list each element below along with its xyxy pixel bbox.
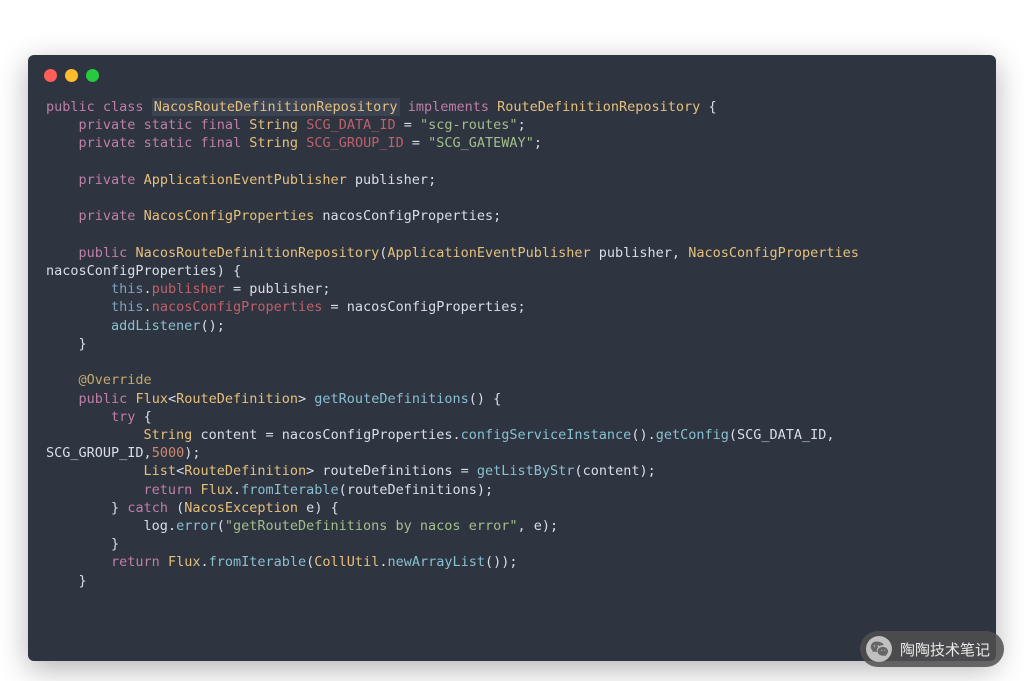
type-name: NacosConfigProperties xyxy=(144,208,315,224)
keyword: implements xyxy=(408,99,489,115)
wechat-icon xyxy=(866,636,892,662)
number-literal: 5000 xyxy=(152,445,185,461)
code-window: public class NacosRouteDefinitionReposit… xyxy=(28,55,996,661)
keyword: class xyxy=(103,99,144,115)
class-name: NacosRouteDefinitionRepository xyxy=(152,98,400,116)
annotation: @Override xyxy=(79,372,152,388)
wechat-badge: 陶陶技术笔记 xyxy=(860,631,1004,667)
minimize-icon[interactable] xyxy=(65,69,78,82)
const-name: SCG_DATA_ID xyxy=(306,117,395,133)
keyword: public xyxy=(46,99,95,115)
field-name: publisher xyxy=(355,172,428,188)
interface-name: RouteDefinitionRepository xyxy=(497,99,700,115)
wechat-label: 陶陶技术笔记 xyxy=(900,639,990,660)
type-name: ApplicationEventPublisher xyxy=(144,172,347,188)
string-literal: "SCG_GATEWAY" xyxy=(428,135,534,151)
window-controls xyxy=(28,55,996,90)
maximize-icon[interactable] xyxy=(86,69,99,82)
field-name: nacosConfigProperties xyxy=(322,208,493,224)
const-name: SCG_GROUP_ID xyxy=(306,135,404,151)
string-literal: "getRouteDefinitions by nacos error" xyxy=(225,518,518,534)
code-content: public class NacosRouteDefinitionReposit… xyxy=(28,90,996,608)
close-icon[interactable] xyxy=(44,69,57,82)
method-call: addListener xyxy=(111,318,200,334)
method-name: getRouteDefinitions xyxy=(314,391,468,407)
constructor-name: NacosRouteDefinitionRepository xyxy=(135,245,379,261)
exception-type: NacosException xyxy=(184,500,298,516)
string-literal: "scg-routes" xyxy=(420,117,518,133)
